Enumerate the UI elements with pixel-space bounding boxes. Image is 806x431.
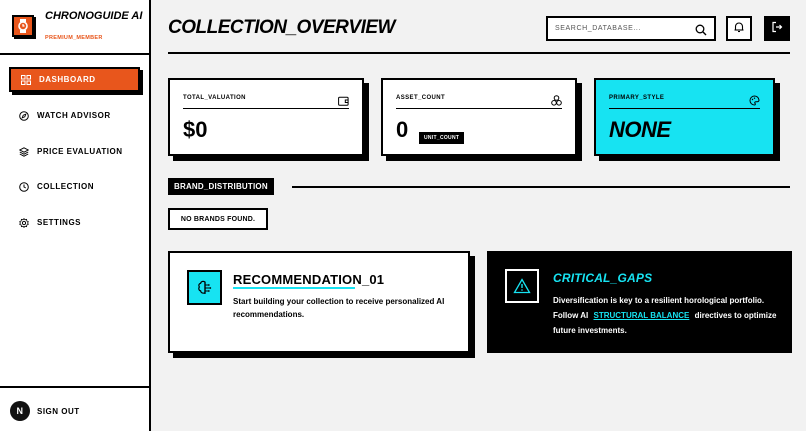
layers-icon [19,146,29,157]
critical-gaps-title: CRITICAL_GAPS [553,271,653,285]
logout-button[interactable] [764,16,790,41]
sidebar-item-label: PRICE EVALUATION [37,147,123,156]
search-input[interactable] [555,25,685,32]
critical-gaps-card: CRITICAL_GAPS Diversification is key to … [487,251,792,353]
logout-icon [771,20,783,38]
sidebar: CHRONOGUIDE AI PREMIUM_MEMBER DASHBOARD … [0,0,151,431]
clock-icon [19,181,29,192]
sign-out-label: SIGN OUT [37,406,80,416]
card-divider [609,108,760,109]
compass-icon [19,110,29,121]
search-box [546,16,716,41]
sidebar-item-watch-advisor[interactable]: WATCH ADVISOR [9,103,140,128]
asset-count-value: 0 [396,117,409,142]
search-icon[interactable] [695,23,707,41]
section-divider [292,186,790,188]
gear-icon [19,217,29,228]
bell-icon [733,20,745,38]
sidebar-item-dashboard[interactable]: DASHBOARD [9,67,140,92]
total-valuation-card: TOTAL_VALUATION $0 [168,78,364,156]
critical-gaps-text: Diversification is key to a resilient ho… [553,293,783,338]
page-title: COLLECTION_OVERVIEW [168,17,395,38]
card-divider [183,108,349,109]
grid-icon [21,74,31,85]
sidebar-item-price-evaluation[interactable]: PRICE EVALUATION [9,139,140,164]
recommendation-title: RECOMMENDATION_01 [233,272,385,287]
empty-state-badge: NO BRANDS FOUND. [168,208,268,230]
structural-balance-link[interactable]: STRUCTURAL BALANCE [591,311,693,320]
sidebar-item-collection[interactable]: COLLECTION [9,174,140,199]
card-label: PRIMARY_STYLE [609,95,665,101]
total-valuation-value: $0 [183,117,208,142]
recommendation-text: Start building your collection to receiv… [233,297,445,319]
sidebar-item-label: COLLECTION [37,182,94,191]
sidebar-item-settings[interactable]: SETTINGS [9,210,140,235]
watch-icon [12,15,34,37]
avatar: N [10,401,30,421]
divider [0,386,149,388]
card-divider [396,108,562,109]
sidebar-item-label: SETTINGS [37,218,82,227]
sidebar-item-label: WATCH ADVISOR [37,111,111,120]
card-label: ASSET_COUNT [396,95,446,101]
primary-style-value: NONE [609,117,671,142]
brain-icon [187,270,222,305]
notifications-button[interactable] [726,16,752,41]
title-underline [233,287,355,289]
membership-badge: PREMIUM_MEMBER [45,35,103,41]
section-heading: BRAND_DISTRIBUTION [168,178,274,195]
brand-header: CHRONOGUIDE AI PREMIUM_MEMBER [0,0,149,55]
asset-count-card: ASSET_COUNT 0 UNIT_COUNT [381,78,577,156]
warning-icon [505,269,539,303]
card-label: TOTAL_VALUATION [183,95,246,101]
unit-count-tag: UNIT_COUNT [419,132,465,144]
recommendation-card: RECOMMENDATION_01 Start building your co… [168,251,470,353]
app-title: CHRONOGUIDE AI [45,10,143,22]
sidebar-item-label: DASHBOARD [39,75,96,84]
header-divider [168,52,790,54]
sign-out-button[interactable]: N SIGN OUT [10,401,80,421]
primary-style-card: PRIMARY_STYLE NONE [594,78,775,156]
